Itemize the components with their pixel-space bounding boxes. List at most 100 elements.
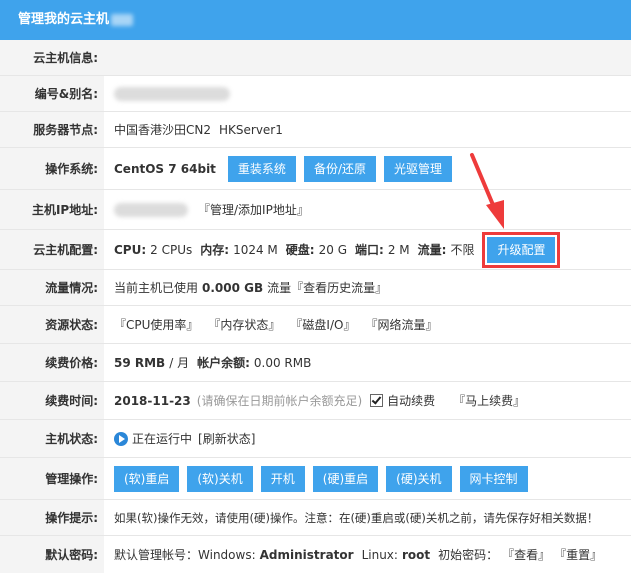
balance-value: 0.00 RMB bbox=[253, 355, 312, 370]
traffic-label: 流量: bbox=[417, 243, 447, 257]
row-tip: 操作提示: 如果(软)操作无效，请使用(硬)操作。注意：在(硬)重启或(硬)关机… bbox=[0, 500, 631, 536]
disk-io-link[interactable]: 『磁盘I/O』 bbox=[290, 316, 355, 333]
cdrom-manage-button[interactable]: 光驱管理 bbox=[383, 155, 452, 182]
row-value: 默认管理帐号： Windows: Administrator Linux: ro… bbox=[114, 536, 631, 573]
row-label: 服务器节点: bbox=[0, 112, 104, 147]
row-traffic: 流量情况: 当前主机已使用 0.000 GB 流量 『查看历史流量』 bbox=[0, 270, 631, 306]
hard-shutdown-button[interactable]: (硬)关机 bbox=[386, 465, 452, 492]
traffic-used: 0.000 GB bbox=[202, 280, 264, 295]
node-server: HKServer1 bbox=[219, 122, 283, 137]
row-value: 如果(软)操作无效，请使用(硬)操作。注意：在(硬)重启或(硬)关机之前，请先保… bbox=[114, 500, 631, 535]
account-prefix: 默认管理帐号： bbox=[114, 548, 199, 562]
row-label: 云主机信息: bbox=[33, 51, 98, 65]
power-on-button[interactable]: 开机 bbox=[260, 465, 305, 492]
refresh-status-link[interactable]: [刷新状态] bbox=[198, 430, 255, 447]
hard-reboot-button[interactable]: (硬)重启 bbox=[312, 465, 379, 492]
tip-text: 如果(软)操作无效，请使用(硬)操作。注意：在(硬)重启或(硬)关机之前，请先保… bbox=[114, 510, 599, 525]
row-value: 『管理/添加IP地址』 bbox=[114, 190, 631, 229]
traffic-suffix: 流量 bbox=[267, 281, 292, 295]
row-label: 管理操作: bbox=[0, 458, 104, 499]
running-icon bbox=[114, 431, 128, 446]
auto-renew-checkbox[interactable] bbox=[370, 394, 384, 407]
row-renew-time: 续费时间: 2018-11-23 (请确保在日期前帐户余额充足) 自动续费 『马… bbox=[0, 382, 631, 420]
init-password-label: 初始密码： bbox=[438, 548, 499, 562]
renew-date: 2018-11-23 bbox=[114, 393, 191, 408]
row-label: 操作提示: bbox=[0, 500, 104, 535]
row-value: 中国香港沙田CN2 HKServer1 bbox=[114, 112, 631, 147]
reinstall-system-button[interactable]: 重装系统 bbox=[227, 155, 296, 182]
traffic-value: 不限 bbox=[450, 243, 475, 257]
backup-restore-button[interactable]: 备份/还原 bbox=[303, 155, 376, 182]
mem-label: 内存: bbox=[200, 243, 230, 257]
manage-ip-link[interactable]: 『管理/添加IP地址』 bbox=[198, 201, 309, 218]
row-value: 『CPU使用率』 『内存状态』 『磁盘I/O』 『网络流量』 bbox=[114, 306, 631, 343]
memory-status-link[interactable]: 『内存状态』 bbox=[208, 316, 280, 333]
row-price: 续费价格: 59 RMB / 月 帐户余额: 0.00 RMB bbox=[0, 344, 631, 382]
row-config: 云主机配置: CPU: 2 CPUs 内存: 1024 M 硬盘: 20 G 端… bbox=[0, 230, 631, 270]
disk-label: 硬盘: bbox=[285, 243, 315, 257]
renew-note: (请确保在日期前帐户余额充足) bbox=[196, 394, 363, 408]
row-label: 云主机配置: bbox=[0, 230, 104, 269]
redacted-text bbox=[111, 13, 134, 26]
cpu-value: 2 CPUs bbox=[150, 242, 193, 257]
row-label: 流量情况: bbox=[0, 270, 104, 305]
linux-label: Linux: bbox=[361, 547, 398, 562]
traffic-prefix: 当前主机已使用 bbox=[114, 281, 199, 295]
row-value: 当前主机已使用 0.000 GB 流量 『查看历史流量』 bbox=[114, 270, 631, 305]
view-password-link[interactable]: 『查看』 bbox=[502, 546, 550, 563]
nic-control-button[interactable]: 网卡控制 bbox=[459, 465, 528, 492]
soft-shutdown-button[interactable]: (软)关机 bbox=[187, 465, 253, 492]
price-period: / 月 bbox=[169, 356, 190, 370]
row-label: 主机状态: bbox=[0, 420, 104, 457]
port-value: 2 M bbox=[387, 242, 410, 257]
upgrade-highlight: 升级配置 bbox=[482, 231, 561, 268]
page-header: 管理我的云主机 bbox=[0, 0, 631, 40]
linux-user: root bbox=[401, 547, 431, 562]
row-node: 服务器节点: 中国香港沙田CN2 HKServer1 bbox=[0, 112, 631, 148]
renew-now-link[interactable]: 『马上续费』 bbox=[453, 392, 525, 409]
network-traffic-link[interactable]: 『网络流量』 bbox=[365, 316, 437, 333]
section-row-info: 云主机信息: bbox=[0, 40, 631, 76]
row-label: 操作系统: bbox=[0, 148, 104, 189]
row-status: 主机状态: 正在运行中 [刷新状态] bbox=[0, 420, 631, 458]
redacted-ip bbox=[114, 202, 188, 217]
row-value: CPU: 2 CPUs 内存: 1024 M 硬盘: 20 G 端口: 2 M … bbox=[114, 230, 631, 269]
cpu-label: CPU: bbox=[114, 242, 147, 257]
row-label: 编号&别名: bbox=[0, 76, 104, 111]
row-value: (软)重启 (软)关机 开机 (硬)重启 (硬)关机 网卡控制 bbox=[114, 458, 631, 499]
row-label: 主机IP地址: bbox=[0, 190, 104, 229]
running-status: 正在运行中 bbox=[132, 432, 193, 446]
windows-label: Windows: bbox=[198, 547, 256, 562]
port-label: 端口: bbox=[355, 243, 384, 257]
upgrade-config-button[interactable]: 升级配置 bbox=[487, 236, 556, 263]
row-password: 默认密码: 默认管理帐号： Windows: Administrator Lin… bbox=[0, 536, 631, 573]
page-title: 管理我的云主机 bbox=[18, 12, 110, 27]
mem-value: 1024 M bbox=[233, 242, 278, 257]
row-value: 正在运行中 [刷新状态] bbox=[114, 420, 631, 457]
price-value: 59 RMB bbox=[114, 355, 166, 370]
row-os: 操作系统: CentOS 7 64bit 重装系统 备份/还原 光驱管理 bbox=[0, 148, 631, 190]
row-value: 2018-11-23 (请确保在日期前帐户余额充足) 自动续费 『马上续费』 bbox=[114, 382, 631, 419]
row-resources: 资源状态: 『CPU使用率』 『内存状态』 『磁盘I/O』 『网络流量』 bbox=[0, 306, 631, 344]
row-label: 续费时间: bbox=[0, 382, 104, 419]
row-label: 资源状态: bbox=[0, 306, 104, 343]
windows-user: Administrator bbox=[259, 547, 354, 562]
disk-value: 20 G bbox=[318, 242, 347, 257]
os-value: CentOS 7 64bit bbox=[114, 161, 216, 176]
traffic-history-link[interactable]: 『查看历史流量』 bbox=[291, 279, 387, 296]
row-label: 续费价格: bbox=[0, 344, 104, 381]
row-value: CentOS 7 64bit 重装系统 备份/还原 光驱管理 bbox=[114, 148, 631, 189]
row-label: 默认密码: bbox=[0, 536, 104, 573]
row-ip: 主机IP地址: 『管理/添加IP地址』 bbox=[0, 190, 631, 230]
cpu-usage-link[interactable]: 『CPU使用率』 bbox=[114, 316, 198, 333]
row-value: 59 RMB / 月 帐户余额: 0.00 RMB bbox=[114, 344, 631, 381]
row-id-alias: 编号&别名: bbox=[0, 76, 631, 112]
reset-password-link[interactable]: 『重置』 bbox=[554, 546, 602, 563]
row-operations: 管理操作: (软)重启 (软)关机 开机 (硬)重启 (硬)关机 网卡控制 bbox=[0, 458, 631, 500]
soft-reboot-button[interactable]: (软)重启 bbox=[114, 465, 180, 492]
row-value bbox=[114, 76, 631, 111]
redacted-id bbox=[114, 86, 230, 101]
node-location: 中国香港沙田CN2 bbox=[114, 123, 211, 137]
balance-label: 帐户余额: bbox=[197, 356, 250, 370]
auto-renew-label[interactable]: 自动续费 bbox=[387, 392, 435, 409]
